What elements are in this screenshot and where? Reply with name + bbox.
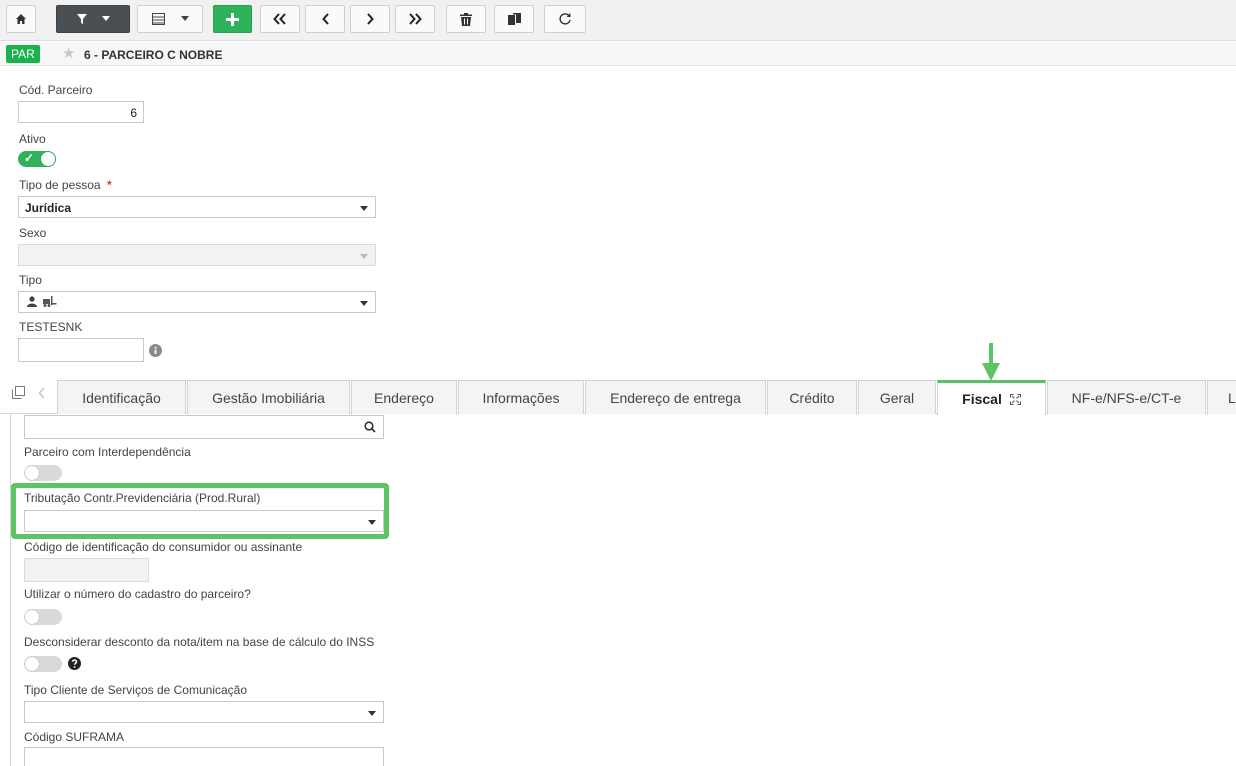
favorite-star-icon[interactable]: ★ xyxy=(62,45,75,62)
interdependencia-toggle[interactable] xyxy=(24,465,62,481)
tab-geral[interactable]: Geral xyxy=(858,380,936,414)
table-icon xyxy=(151,13,165,25)
duplicate-button[interactable] xyxy=(494,5,534,33)
chevron-down-icon xyxy=(360,301,368,306)
record-title: 6 - PARCEIRO C NOBRE xyxy=(84,48,223,62)
home-icon xyxy=(16,14,26,24)
tipo-select[interactable] xyxy=(18,291,376,313)
window-copy-icon[interactable] xyxy=(12,386,25,399)
ativo-label: Ativo xyxy=(19,132,46,146)
previous-record-button[interactable] xyxy=(305,5,345,33)
toolbar xyxy=(0,0,1236,41)
delete-button[interactable] xyxy=(446,5,486,33)
add-button[interactable] xyxy=(213,5,252,33)
entity-badge: PAR xyxy=(6,45,40,63)
trash-icon xyxy=(460,12,472,26)
arrow-down-annotation xyxy=(982,343,1000,381)
chevron-right-icon xyxy=(366,13,374,25)
record-header: PAR ★ 6 - PARCEIRO C NOBRE xyxy=(0,42,1236,66)
cod-parceiro-field[interactable]: 6 xyxy=(18,101,144,123)
ativo-toggle[interactable]: ✓ xyxy=(18,151,56,167)
last-record-button[interactable] xyxy=(395,5,435,33)
tab-gestao-imobiliaria[interactable]: Gestão Imobiliária xyxy=(187,380,350,414)
tab-bar: Identificação Gestão Imobiliária Endereç… xyxy=(0,380,1236,415)
utilizar-numero-label: Utilizar o número do cadastro do parceir… xyxy=(24,587,251,601)
double-chevron-right-icon xyxy=(409,13,422,25)
utilizar-numero-toggle[interactable] xyxy=(24,609,62,625)
testesnk-field[interactable] xyxy=(18,338,144,362)
tab-credito[interactable]: Crédito xyxy=(767,380,857,414)
tipo-pessoa-select[interactable]: Jurídica xyxy=(18,196,376,218)
tab-nfe-nfse-cte[interactable]: NF-e/NFS-e/CT-e xyxy=(1047,380,1206,414)
chevron-left-icon xyxy=(321,13,329,25)
grid-view-button[interactable] xyxy=(137,5,203,33)
home-button[interactable] xyxy=(6,5,36,33)
tipo-cliente-select[interactable] xyxy=(24,701,384,723)
tipo-pessoa-label-text: Tipo de pessoa xyxy=(19,178,101,192)
chevron-down-icon xyxy=(102,16,110,21)
tab-endereco-entrega[interactable]: Endereço de entrega xyxy=(585,380,766,414)
tab-l[interactable]: L xyxy=(1207,380,1236,414)
tipo-pessoa-value: Jurídica xyxy=(25,201,72,215)
testesnk-label: TESTESNK xyxy=(19,320,83,334)
desconsiderar-label: Desconsiderar desconto da nota/item na b… xyxy=(24,635,375,649)
cod-parceiro-label: Cód. Parceiro xyxy=(19,83,93,97)
suframa-field[interactable] xyxy=(24,747,384,766)
tab-endereco[interactable]: Endereço xyxy=(351,380,457,414)
suframa-label: Código SUFRAMA xyxy=(24,730,125,744)
tipo-pessoa-label: Tipo de pessoa * xyxy=(19,178,112,192)
scroll-tabs-left-icon[interactable] xyxy=(38,387,46,399)
refresh-button[interactable] xyxy=(544,5,586,33)
info-icon[interactable] xyxy=(149,344,162,357)
tab-informacoes[interactable]: Informações xyxy=(458,380,584,414)
tipo-label: Tipo xyxy=(19,273,42,287)
tipo-cliente-label: Tipo Cliente de Serviços de Comunicação xyxy=(24,683,248,697)
chevron-down-icon xyxy=(368,711,376,716)
sexo-label: Sexo xyxy=(19,226,47,240)
check-icon: ✓ xyxy=(24,151,35,165)
chevron-down-icon xyxy=(180,16,189,21)
tab-fiscal-label: Fiscal xyxy=(962,391,1002,407)
double-chevron-left-icon xyxy=(273,13,286,25)
first-record-button[interactable] xyxy=(260,5,300,33)
chevron-down-icon xyxy=(360,254,368,259)
toggle-knob xyxy=(41,152,55,166)
desconsiderar-toggle[interactable] xyxy=(24,656,62,672)
expand-icon[interactable] xyxy=(1009,393,1021,405)
tab-identificacao[interactable]: Identificação xyxy=(57,380,186,414)
toggle-knob xyxy=(25,466,39,480)
person-icon xyxy=(27,296,37,307)
refresh-icon xyxy=(559,13,571,25)
toggle-knob xyxy=(25,610,39,624)
plus-icon xyxy=(226,12,239,26)
highlight-box xyxy=(11,483,389,539)
codigo-consumidor-field xyxy=(24,558,149,582)
toggle-knob xyxy=(25,657,39,671)
copy-icon xyxy=(507,12,521,25)
next-record-button[interactable] xyxy=(350,5,390,33)
tab-fiscal[interactable]: Fiscal xyxy=(937,380,1046,415)
forklift-icon xyxy=(43,296,57,307)
search-input[interactable] xyxy=(24,415,384,439)
filter-button[interactable] xyxy=(56,5,130,33)
chevron-down-icon xyxy=(360,206,368,211)
filter-icon xyxy=(77,14,87,24)
sexo-select xyxy=(18,244,376,266)
search-icon[interactable] xyxy=(364,421,376,433)
help-icon[interactable] xyxy=(68,657,81,670)
required-mark: * xyxy=(106,178,112,192)
interdependencia-label: Parceiro com Interdependência xyxy=(24,445,191,459)
codigo-consumidor-label: Código de identificação do consumidor ou… xyxy=(24,540,303,554)
cod-parceiro-value: 6 xyxy=(130,106,137,120)
